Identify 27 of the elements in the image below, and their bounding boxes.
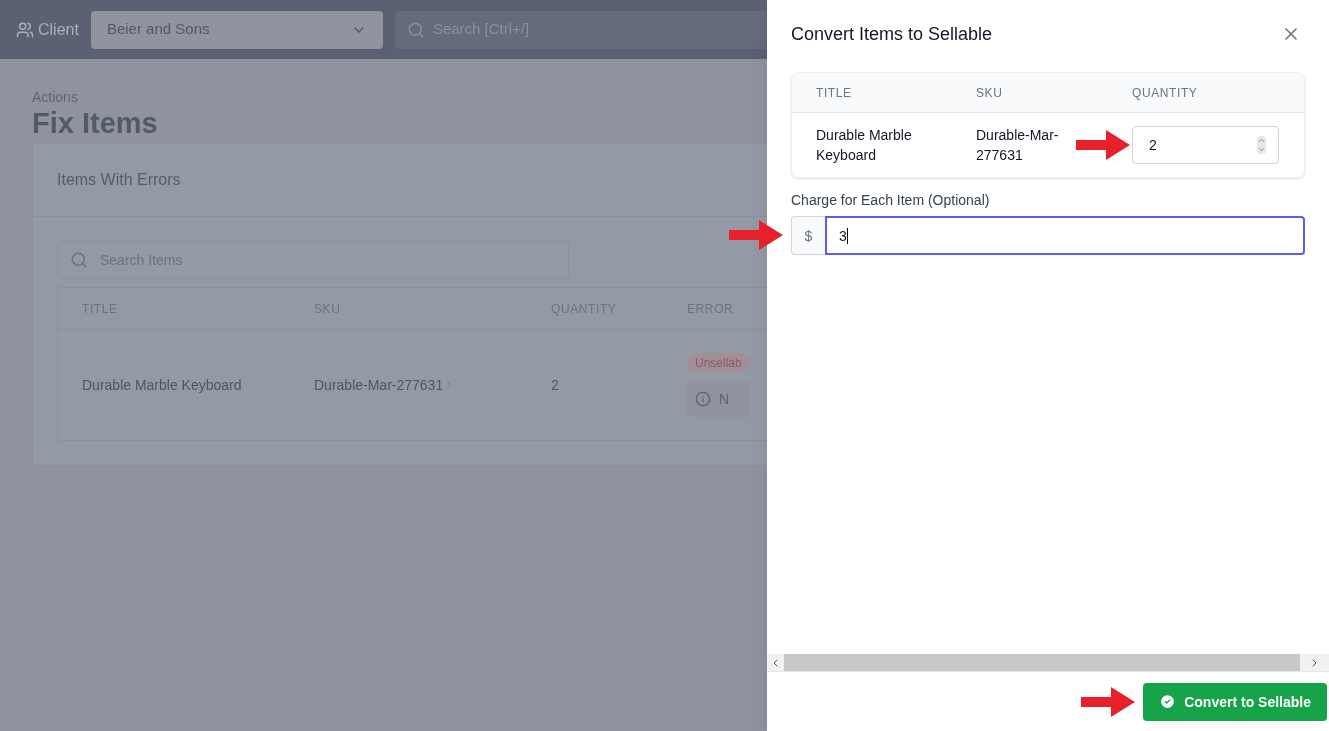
column-header: TITLE [815,84,853,101]
check-circle-icon [1159,693,1177,710]
column-header: QUANTITY [1132,84,1198,101]
spinner-icon [1257,136,1266,154]
page-title: Fix Items [32,107,159,139]
field-label: Charge for Each Item (Optional) [791,191,991,210]
column-header: SKU [976,84,1004,101]
client-select[interactable]: Beier and Sons [90,10,383,49]
card-title: Items With Errors [57,170,181,190]
table-cell-text: Durable Marble Keyboard [815,126,913,165]
panel-title: Convert Items to Sellable [791,23,993,46]
sku-link[interactable]: Durable-Mar-277631 [314,375,444,395]
users-icon [16,20,34,39]
table-cell-text: Durable-Mar-277631 [976,126,1060,165]
currency-prefix: $ [791,216,825,255]
convert-button[interactable]: Convert to Sellable [1143,682,1327,721]
arrow-icon [1076,130,1130,160]
arrow-icon [1081,686,1136,717]
client-label: Client [38,19,79,40]
search-icon [406,20,425,39]
quantity-field[interactable]: 2 [1132,126,1279,164]
table-cell-text: 2 [551,376,560,395]
arrow-icon [729,220,783,250]
info-icon [695,391,711,407]
table-cell-text: Durable Marble Keyboard [81,376,243,395]
charge-field[interactable]: 3 [825,216,1305,255]
search-icon [70,251,88,269]
